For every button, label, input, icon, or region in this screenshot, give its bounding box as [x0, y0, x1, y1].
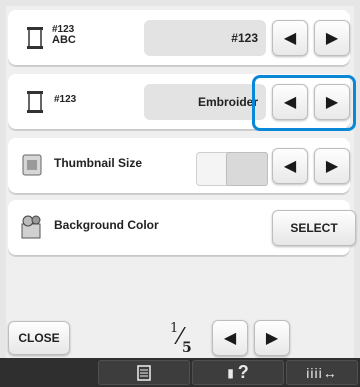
thread-display-value: #123 [144, 20, 266, 56]
thread-number-left-button[interactable]: ◀ [272, 84, 308, 120]
list-icon-button[interactable] [98, 360, 190, 385]
background-color-label: Background Color [54, 218, 159, 232]
row-thread-number: #123 Embroider ◀ ▶ [8, 74, 350, 130]
page-next-button[interactable]: ▶ [254, 320, 290, 356]
left-arrow-icon: ◀ [283, 158, 297, 175]
thread-number-value: Embroider [144, 84, 266, 120]
thumbnail-size-left-button[interactable]: ◀ [272, 148, 308, 184]
thumbnail-size-preview [196, 152, 268, 186]
thumbnail-size-label: Thumbnail Size [54, 156, 143, 170]
row-thumbnail-size: Thumbnail Size ◀ ▶ [8, 138, 350, 194]
list-icon [137, 364, 151, 381]
left-arrow-icon: ◀ [283, 30, 297, 47]
left-arrow-icon: ◀ [223, 330, 237, 347]
right-arrow-icon: ▶ [325, 158, 339, 175]
right-arrow-icon: ▶ [265, 330, 279, 347]
page-prev-button[interactable]: ◀ [212, 320, 248, 356]
thread-display-left-button[interactable]: ◀ [272, 20, 308, 56]
thumbnail-size-arrows: ◀ ▶ [272, 148, 358, 184]
presser-foot-button[interactable]: iiii↔ [286, 360, 358, 385]
row-background-color: Background Color SELECT [8, 200, 356, 256]
page-indicator: 1⁄5 [170, 321, 192, 356]
help-text: ? [237, 362, 249, 382]
thread-number-right-button[interactable]: ▶ [314, 84, 350, 120]
thread-number-arrows: ◀ ▶ [272, 84, 358, 120]
thread-number-label: #123 [54, 94, 77, 105]
right-arrow-icon: ▶ [325, 30, 339, 47]
page-arrows: ◀ ▶ [212, 320, 290, 356]
close-button[interactable]: CLOSE [8, 321, 70, 355]
select-button[interactable]: SELECT [272, 210, 356, 246]
thread-display-right-button[interactable]: ▶ [314, 20, 350, 56]
thread-display-arrows: ◀ ▶ [272, 20, 358, 56]
thumbnail-size-right-button[interactable]: ▶ [314, 148, 350, 184]
presser-foot-icon: iiii↔ [306, 364, 338, 381]
spool-icon [27, 91, 43, 113]
left-arrow-icon: ◀ [283, 94, 297, 111]
thumbnail-icon [22, 154, 42, 176]
page-current: 1 [170, 321, 179, 336]
right-arrow-icon: ▶ [325, 94, 339, 111]
spool-icon [27, 27, 43, 49]
thread-display-label: #123 ABC [52, 24, 76, 46]
row-thread-display: #123 ABC #123 ◀ ▶ [8, 10, 350, 66]
help-button[interactable]: ▮ ? [192, 360, 284, 385]
machine-icon: ▮ [227, 365, 234, 380]
background-color-icon [21, 215, 41, 239]
page-total: 5 [181, 340, 192, 356]
bottom-bar: ▮ ? iiii↔ [0, 358, 360, 387]
